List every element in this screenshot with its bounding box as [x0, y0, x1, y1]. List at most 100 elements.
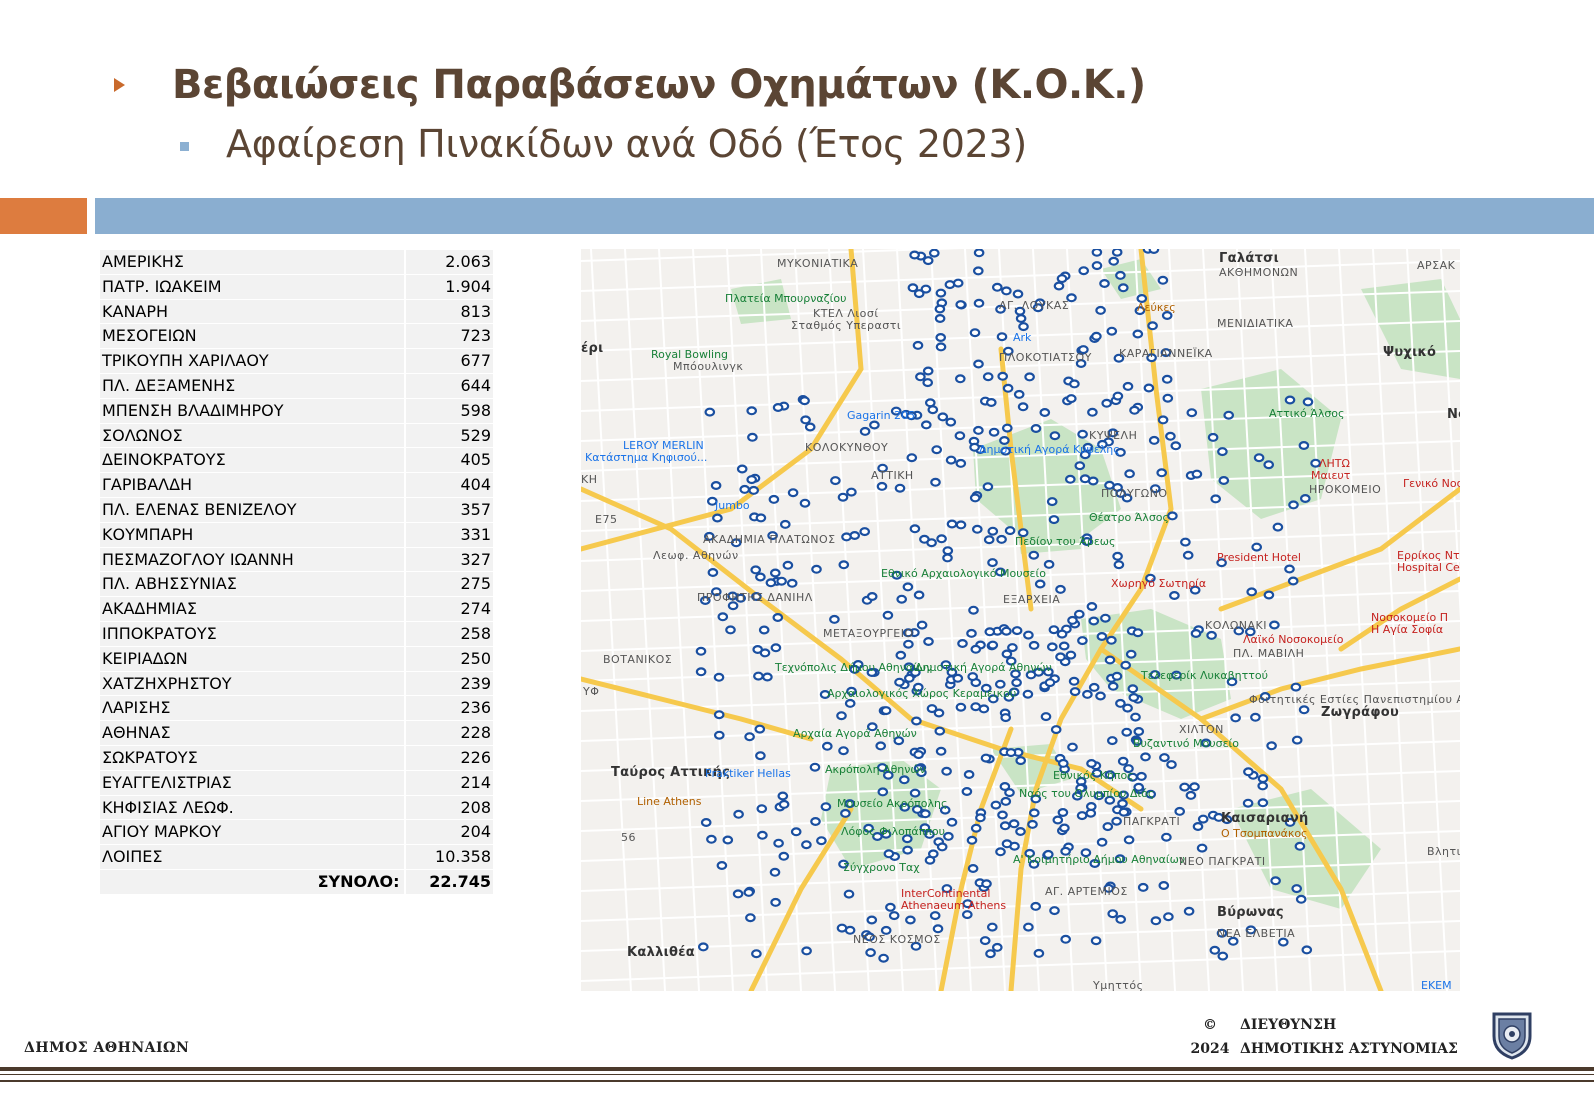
violation-marker-icon [971, 524, 983, 534]
street-name-cell: ΑΜΕΡΙΚΗΣ [100, 250, 405, 275]
violation-marker-icon [1096, 837, 1108, 847]
violation-marker-icon [736, 464, 748, 474]
count-cell: 357 [403, 497, 493, 523]
violation-marker-icon [987, 640, 999, 650]
street-name-cell: ΛΟΙΠΕΣ [100, 844, 405, 870]
violation-marker-icon [1121, 727, 1132, 737]
violation-marker-icon [1128, 693, 1140, 703]
map-label-psychiko: Ψυχικό [1383, 345, 1437, 360]
page-subtitle: Αφαίρεση Πινακίδων ανά Οδό (Έτος 2023) [226, 122, 1027, 166]
violation-marker-icon [1196, 843, 1208, 853]
header-band [95, 198, 1594, 234]
violation-marker-icon [859, 426, 871, 436]
violation-marker-icon [1165, 431, 1176, 441]
map-label-peri: έρι [581, 341, 604, 356]
violation-marker-icon [1197, 814, 1209, 824]
violation-marker-icon [1017, 402, 1029, 412]
table-row: ΧΑΤΖΗΧΡΗΣΤΟΥ 239 [100, 671, 493, 697]
violation-marker-icon [912, 340, 924, 350]
count-cell: 228 [403, 720, 493, 746]
map-label-hospital: Hospital Ce [1397, 561, 1460, 574]
street-name-cell: ΚΕΙΡΙΑΔΩΝ [100, 646, 405, 672]
map-label-ag-loukas: ΑΓ. ΛΟΥΚΑΣ [999, 299, 1070, 312]
violation-marker-icon [780, 519, 791, 529]
map-label-kolokynthou: ΚΟΛΟΚΥΝΘΟΥ [805, 441, 889, 454]
violation-marker-icon [1067, 742, 1078, 752]
athens-map: ΜΥΚΟΝΙΑΤΙΚΑ Γαλάτσι ΑΚΘΗΜΟΝΩΝ ΑΡΣΑΚ Πλατεία … [581, 249, 1460, 991]
violation-marker-icon [935, 746, 947, 756]
violation-marker-icon [1001, 839, 1013, 849]
violation-marker-icon [846, 487, 857, 497]
street-counts-table: ΑΜΕΡΙΚΗΣ 2.063 ΠΑΤΡ. ΙΩΑΚΕΙΜ 1.904 ΚΑΝΑΡΗ 813… [100, 250, 493, 895]
violation-marker-icon [985, 398, 997, 408]
map-label-agora: Δημοτική Αγορά Κυψέλης [979, 443, 1120, 456]
violation-marker-icon [836, 923, 848, 933]
violation-marker-icon [1115, 270, 1126, 280]
map-label-vyronas: Βύρωνας [1217, 905, 1284, 920]
violation-marker-icon [1301, 945, 1313, 955]
violation-marker-icon [967, 863, 979, 873]
street-name-cell: ΓΑΡΙΒΑΛΔΗ [100, 472, 405, 498]
violation-marker-icon [1125, 649, 1137, 659]
violation-marker-icon [1106, 326, 1118, 336]
map-label-galatsi: Γαλάτσι [1219, 251, 1279, 266]
violation-marker-icon [1117, 283, 1129, 293]
violation-marker-icon [1095, 305, 1106, 315]
violation-marker-icon [1209, 945, 1221, 955]
map-label-laiko: Λαϊκό Νοσοκομείο [1243, 633, 1344, 646]
violation-marker-icon [987, 526, 999, 536]
violation-marker-icon [927, 849, 939, 859]
table-body: ΑΜΕΡΙΚΗΣ 2.063 ΠΑΤΡ. ΙΩΑΚΕΙΜ 1.904 ΚΑΝΑΡΗ 813… [100, 250, 493, 895]
violation-marker-icon [988, 427, 1000, 437]
violation-marker-icon [1189, 782, 1200, 792]
violation-marker-icon [1169, 591, 1180, 601]
table-row: ΑΜΕΡΙΚΗΣ 2.063 [100, 250, 493, 275]
violation-marker-icon [1242, 798, 1254, 808]
violation-marker-icon [930, 477, 941, 487]
map-label-neos-kosmos: ΝΕΟΣ ΚΟΣΜΟΣ [853, 933, 941, 946]
violation-marker-icon [935, 288, 947, 298]
violation-marker-icon [1060, 934, 1071, 944]
violation-marker-icon [843, 889, 855, 899]
violation-marker-icon [996, 332, 1008, 342]
street-name-cell: ΠΛ. ΕΛΕΝΑΣ ΒΕΝΙΖΕΛΟΥ [100, 497, 405, 523]
violation-marker-icon [1015, 313, 1027, 323]
violation-marker-icon [1191, 469, 1203, 479]
violation-marker-icon [799, 396, 810, 406]
map-label-akthmonon: ΑΚΘΗΜΟΝΩΝ [1219, 266, 1299, 279]
violation-marker-icon [972, 266, 984, 276]
violation-marker-icon [1180, 537, 1191, 547]
violation-marker-icon [778, 799, 790, 809]
violation-marker-icon [841, 532, 852, 542]
table-row: ΓΑΡΙΒΑΛΔΗ 404 [100, 472, 493, 498]
violation-marker-icon [923, 637, 934, 647]
violation-marker-icon [770, 897, 781, 907]
table-row: ΠΕΣΜΑΖΟΓΛΟΥ ΙΩΑΝΝΗ 327 [100, 547, 493, 573]
violation-marker-icon [937, 412, 949, 422]
map-label-syngrou: Σύγχρονο Ταχ [843, 861, 920, 874]
violation-marker-icon [955, 702, 967, 712]
violation-marker-icon [733, 809, 744, 819]
violation-marker-icon [1069, 379, 1080, 389]
violation-marker-icon [822, 741, 833, 751]
violation-marker-icon [1013, 389, 1025, 399]
violation-marker-icon [1058, 641, 1070, 651]
violation-marker-icon [1291, 735, 1303, 745]
violation-marker-icon [1185, 790, 1197, 800]
violation-marker-icon [945, 417, 957, 427]
violation-marker-icon [1059, 823, 1070, 833]
violation-marker-icon [1111, 249, 1123, 257]
map-label-vyzantino: Βυζαντινό Μουσείο [1133, 737, 1239, 750]
map-label-kaisariani: Καισαριανή [1221, 811, 1309, 826]
violation-marker-icon [1085, 801, 1097, 811]
violation-marker-icon [945, 455, 957, 465]
violation-marker-icon [1086, 759, 1097, 769]
violation-marker-icon [909, 788, 921, 798]
map-label-mykoniatika: ΜΥΚΟΝΙΑΤΙΚΑ [777, 257, 859, 270]
violation-marker-icon [1033, 948, 1045, 958]
street-name-cell: ΜΕΣΟΓΕΙΩΝ [100, 323, 405, 350]
violation-marker-icon [1290, 682, 1302, 692]
violation-marker-icon [1107, 681, 1119, 691]
violation-marker-icon [936, 842, 948, 852]
violation-marker-icon [1049, 431, 1061, 441]
